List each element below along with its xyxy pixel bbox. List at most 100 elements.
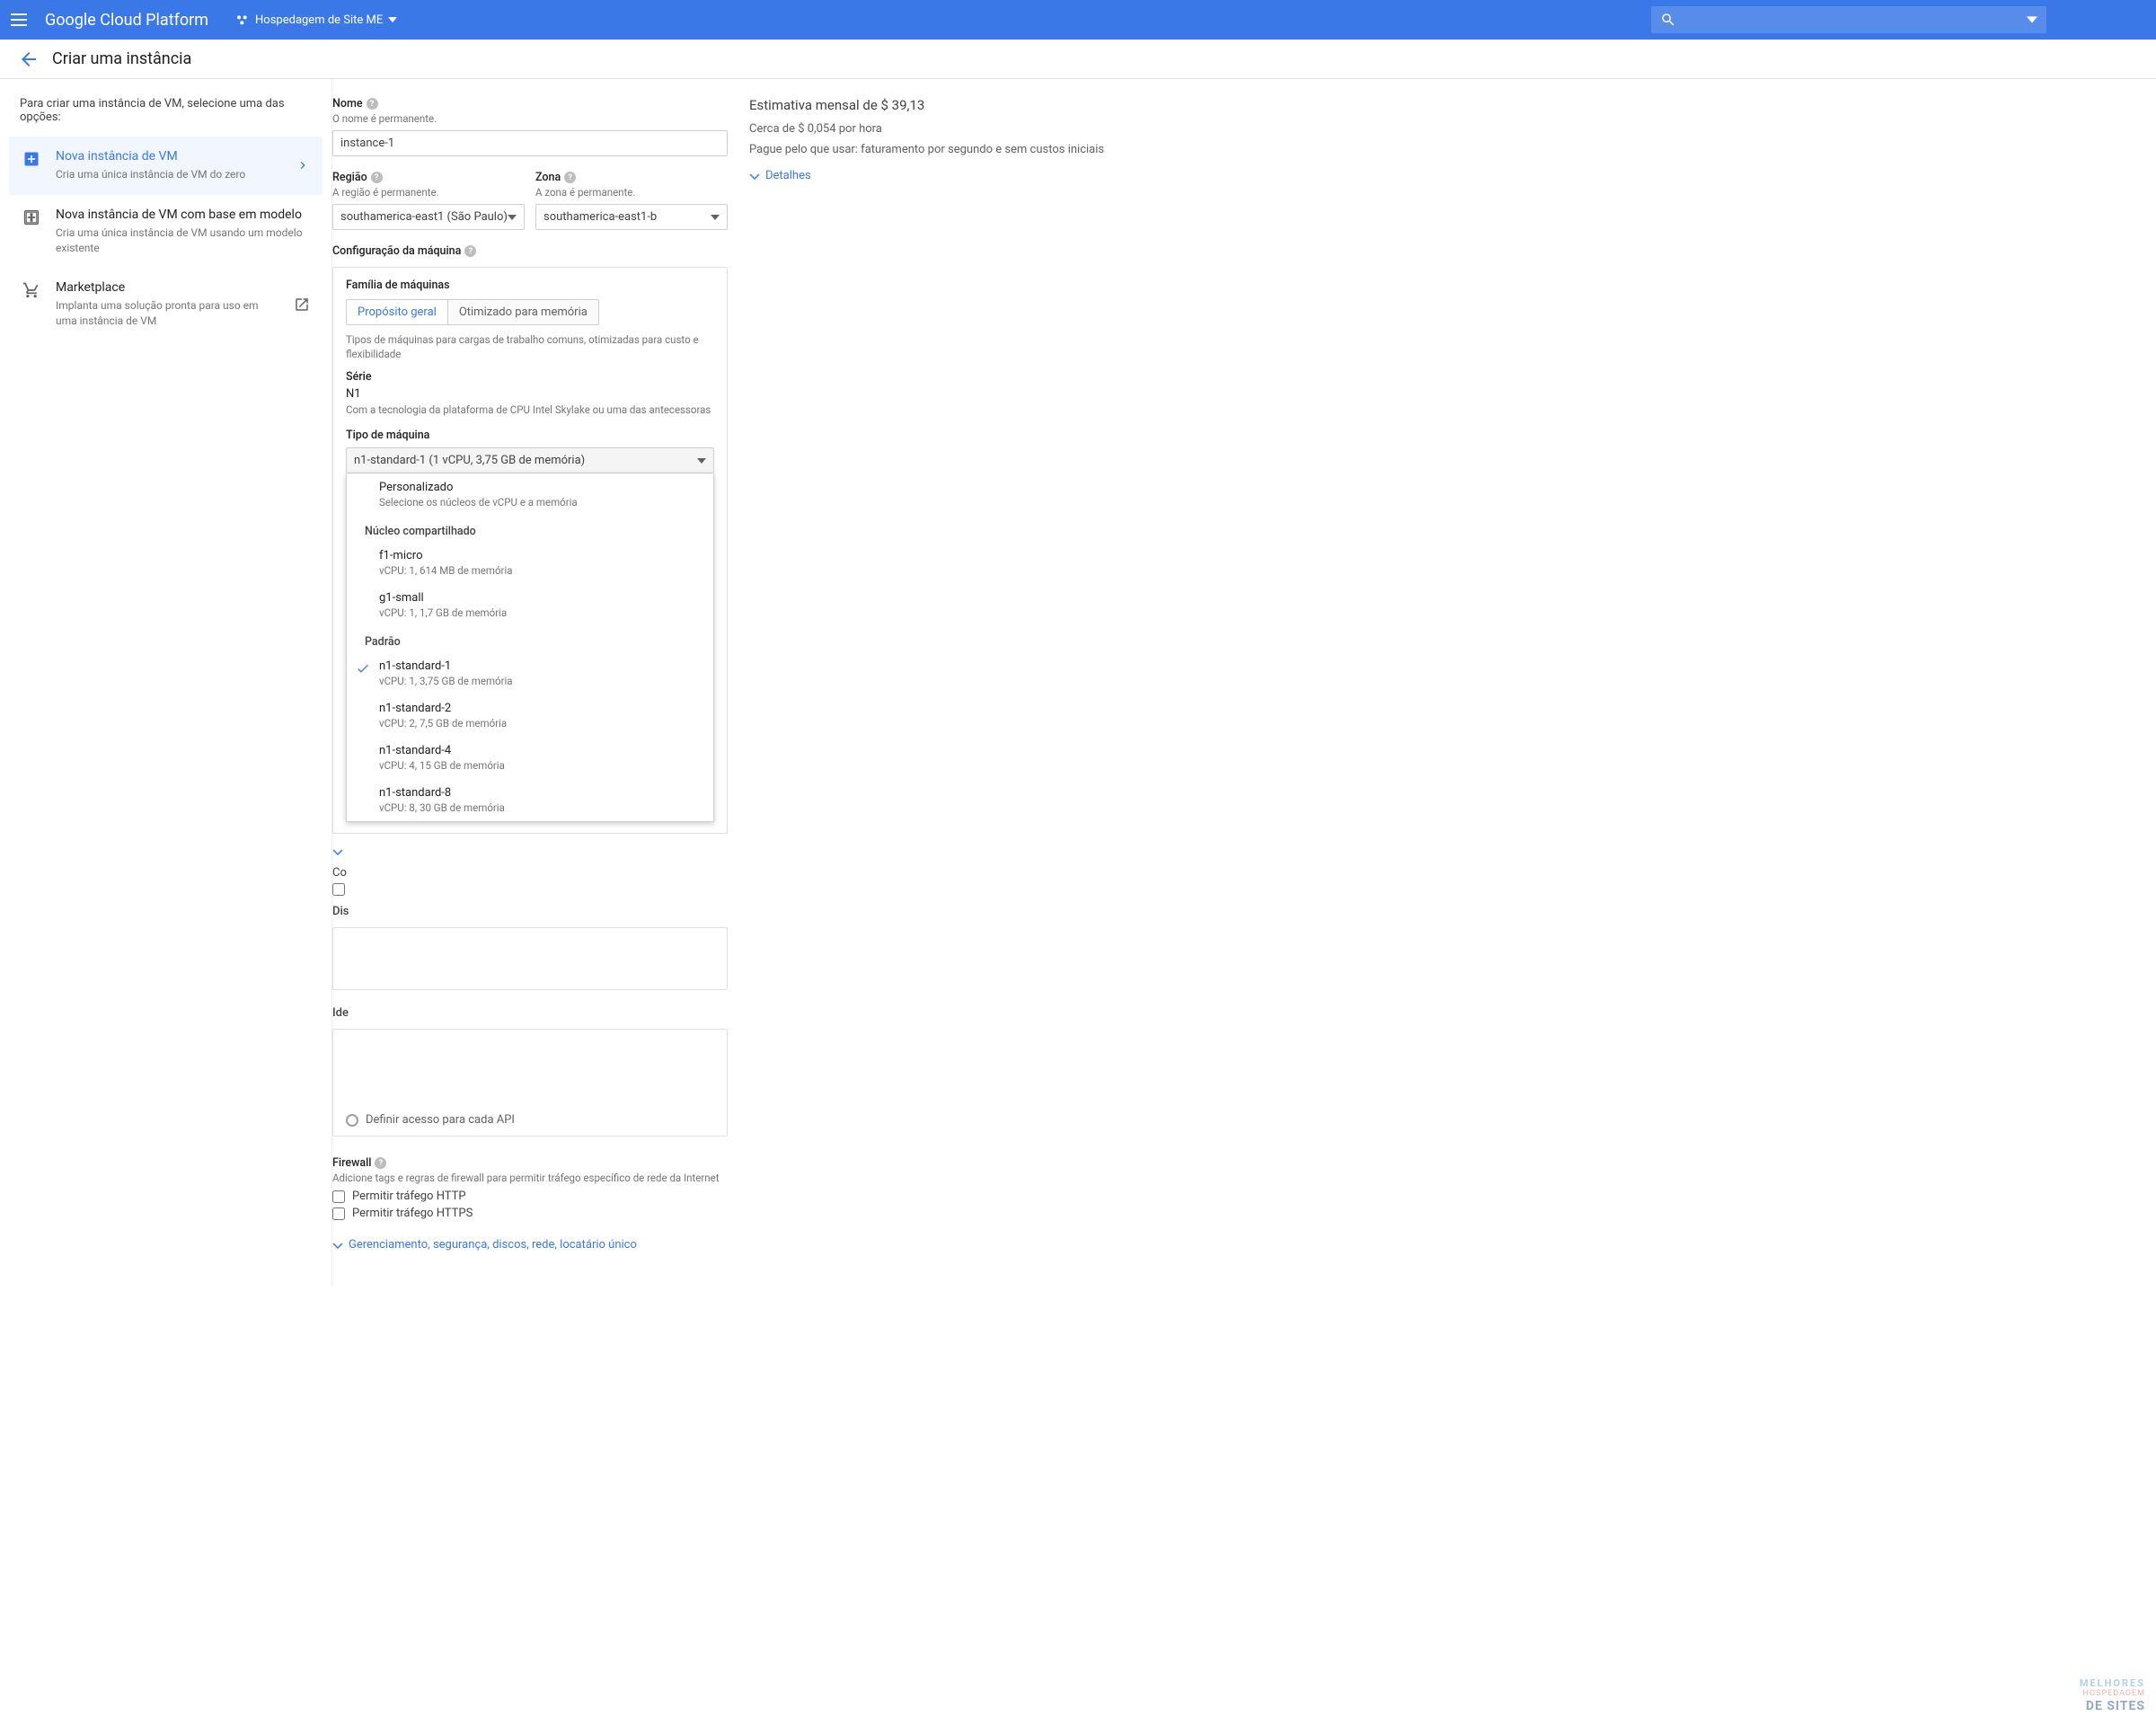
zone-select[interactable]: southamerica-east1-b [535,204,728,230]
check-icon [356,661,370,676]
partial-box [332,927,728,990]
machine-config-label: Configuração da máquina? [332,244,728,258]
checkbox-row-partial[interactable] [332,883,728,896]
name-label: Nome? [332,97,728,111]
partial-api-label: Definir acesso para cada API [366,1113,515,1127]
project-icon [235,13,250,27]
help-icon[interactable]: ? [367,98,378,110]
page-title-bar: Criar uma instância [0,40,2156,79]
help-icon[interactable]: ? [564,172,576,183]
dd-group-standard: Padrão [347,626,713,652]
search-box[interactable] [1651,6,2046,33]
dd-option-f1-micro[interactable]: f1-micro vCPU: 1, 614 MB de memória [347,542,713,584]
machine-config-box: Família de máquinas Propósito geral Otim… [332,267,728,834]
machine-type-label: Tipo de máquina [346,429,714,442]
serie-desc: Com a tecnologia da plataforma de CPU In… [346,403,714,416]
dd-option-n1-standard-4[interactable]: n1-standard-4 vCPU: 4, 15 GB de memória [347,737,713,779]
page-title: Criar uma instância [52,49,191,68]
brand-title: Google Cloud Platform [45,11,208,30]
machine-type-value: n1-standard-1 (1 vCPU, 3,75 GB de memóri… [354,454,585,467]
chevrons-icon [332,846,343,857]
partial-label-co: Co [332,866,728,880]
region-value: southamerica-east1 (São Paulo) [340,210,508,224]
dd-option-n1-standard-1[interactable]: n1-standard-1 vCPU: 1, 3,75 GB de memóri… [347,652,713,694]
chevron-right-icon [296,158,310,172]
option-title: Marketplace [56,280,279,295]
template-icon [22,208,41,227]
zone-sublabel: A zona é permanente. [535,186,728,199]
back-arrow-icon[interactable] [18,49,40,70]
watermark: MELHORES HOSPEDAGEM DE SITES [2080,1677,2145,1714]
left-options-panel: Para criar uma instância de VM, selecion… [0,79,332,1287]
name-sublabel: O nome é permanente. [332,112,728,125]
option-desc: Cria uma única instância de VM usando um… [56,226,310,256]
project-name: Hospedagem de Site ME [255,13,383,27]
name-input[interactable] [332,130,728,156]
checkbox-https[interactable]: Permitir tráfego HTTPS [332,1207,728,1220]
option-title: Nova instância de VM com base em modelo [56,208,310,222]
checkbox[interactable] [332,1208,345,1220]
dd-option-n1-standard-16[interactable]: n1-standard-16 vCPU: 16, 60 GB de memóri… [347,821,713,822]
collapse-toggle[interactable] [332,846,728,857]
left-intro-text: Para criar uma instância de VM, selecion… [9,97,323,137]
hourly-rate: Cerca de $ 0,054 por hora [749,122,2134,136]
pricing-panel: Estimativa mensal de $ 39,13 Cerca de $ … [728,79,2156,1287]
option-marketplace[interactable]: Marketplace Implanta uma solução pronta … [9,268,323,341]
dd-option-g1-small[interactable]: g1-small vCPU: 1, 1,7 GB de memória [347,584,713,626]
tab-memory-optimized[interactable]: Otimizado para memória [448,300,598,324]
project-picker[interactable]: Hospedagem de Site ME [228,9,404,31]
partial-label-dis: Dis [332,905,728,918]
caret-down-icon [711,213,720,222]
caret-down-icon [697,456,706,465]
partial-label-ide: Ide [332,1006,728,1020]
machine-family-label: Família de máquinas [346,279,714,292]
caret-down-icon [388,13,397,27]
form-panel: Nome? O nome é permanente. Região? A reg… [332,79,728,1287]
firewall-label: Firewall? [332,1156,728,1170]
plus-box-icon [22,149,41,169]
machine-family-tabs: Propósito geral Otimizado para memória [346,299,599,325]
tab-description: Tipos de máquinas para cargas de trabalh… [346,332,714,361]
firewall-sublabel: Adicione tags e regras de firewall para … [332,1172,728,1184]
machine-type-dropdown[interactable]: Personalizado Selecione os núcleos de vC… [346,473,714,822]
search-icon [1660,12,1676,28]
option-new-vm[interactable]: Nova instância de VM Cria uma única inst… [9,137,323,195]
machine-type-select[interactable]: n1-standard-1 (1 vCPU, 3,75 GB de memóri… [346,447,714,473]
external-link-icon [294,296,310,313]
dd-option-custom[interactable]: Personalizado Selecione os núcleos de vC… [347,473,713,516]
estimate-title: Estimativa mensal de $ 39,13 [749,97,2134,113]
menu-icon[interactable] [11,9,32,31]
zone-value: southamerica-east1-b [543,210,657,224]
option-new-vm-template[interactable]: Nova instância de VM com base em modelo … [9,195,323,269]
option-desc: Cria uma única instância de VM do zero [56,167,281,182]
caret-down-icon [2027,12,2037,28]
region-sublabel: A região é permanente. [332,186,525,199]
region-label: Região? [332,171,525,184]
help-icon[interactable]: ? [371,172,383,183]
dd-group-shared: Núcleo compartilhado [347,516,713,542]
checkbox[interactable] [332,1190,345,1203]
checkbox-http[interactable]: Permitir tráfego HTTP [332,1190,728,1203]
radio-icon[interactable] [346,1114,358,1127]
dd-option-n1-standard-8[interactable]: n1-standard-8 vCPU: 8, 30 GB de memória [347,779,713,821]
help-icon[interactable]: ? [464,245,476,257]
cart-icon [22,280,41,300]
partial-box-api: Definir acesso para cada API [332,1029,728,1137]
serie-label: Série [346,370,714,384]
option-title: Nova instância de VM [56,149,281,164]
chevrons-icon [332,1240,343,1251]
billing-note: Pague pelo que usar: faturamento por seg… [749,143,2134,156]
zone-label: Zona? [535,171,728,184]
checkbox[interactable] [332,883,345,896]
caret-down-icon [508,213,517,222]
chevrons-icon [749,171,760,181]
tab-general-purpose[interactable]: Propósito geral [347,300,448,324]
details-link[interactable]: Detalhes [749,169,2134,182]
option-desc: Implanta uma solução pronta para uso em … [56,298,279,329]
dd-option-n1-standard-2[interactable]: n1-standard-2 vCPU: 2, 7,5 GB de memória [347,694,713,737]
management-link[interactable]: Gerenciamento, segurança, discos, rede, … [332,1238,728,1252]
serie-value: N1 [346,387,714,401]
region-select[interactable]: southamerica-east1 (São Paulo) [332,204,525,230]
help-icon[interactable]: ? [375,1157,386,1169]
top-bar: Google Cloud Platform Hospedagem de Site… [0,0,2156,40]
